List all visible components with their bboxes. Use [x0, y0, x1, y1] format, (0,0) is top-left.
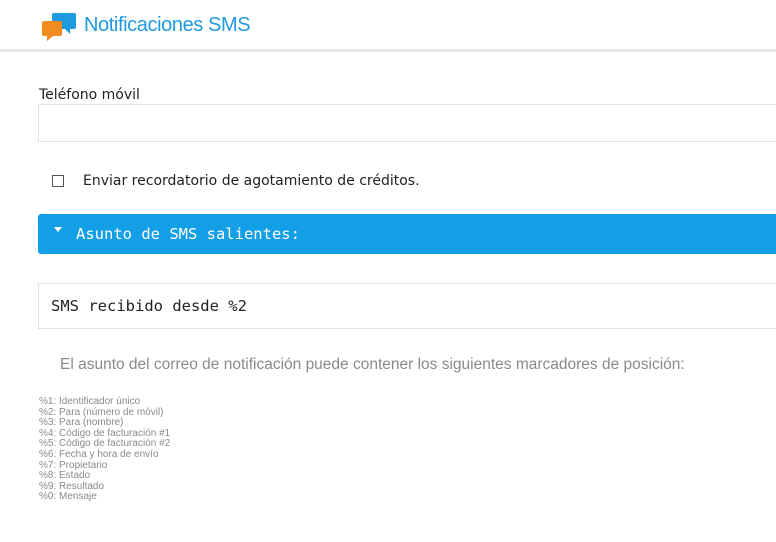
- placeholder-help-text: El asunto del correo de notificación pue…: [60, 356, 685, 373]
- reminder-checkbox-row[interactable]: Enviar recordatorio de agotamiento de cr…: [52, 172, 420, 190]
- placeholder-item: %1: Identificador único: [39, 396, 141, 407]
- phone-input[interactable]: [38, 104, 776, 142]
- placeholder-item: %6: Fecha y hora de envío: [39, 448, 159, 460]
- outgoing-sms-subject-accordion[interactable]: Asunto de SMS salientes:: [38, 214, 776, 254]
- reminder-checkbox[interactable]: [52, 175, 64, 187]
- chat-bubbles-icon: [42, 13, 76, 41]
- placeholder-list: %1: Identificador único %2: Para (número…: [39, 396, 170, 503]
- reminder-checkbox-label[interactable]: Enviar recordatorio de agotamiento de cr…: [83, 173, 420, 189]
- subject-input[interactable]: [38, 283, 776, 329]
- caret-down-icon: [54, 227, 62, 232]
- placeholder-item: %0: Mensaje: [39, 491, 97, 503]
- page-title: Notificaciones SMS: [84, 14, 251, 36]
- accordion-title: Asunto de SMS salientes:: [76, 225, 300, 243]
- page-header: Notificaciones SMS: [0, 0, 776, 52]
- phone-label: Teléfono móvil: [39, 87, 140, 103]
